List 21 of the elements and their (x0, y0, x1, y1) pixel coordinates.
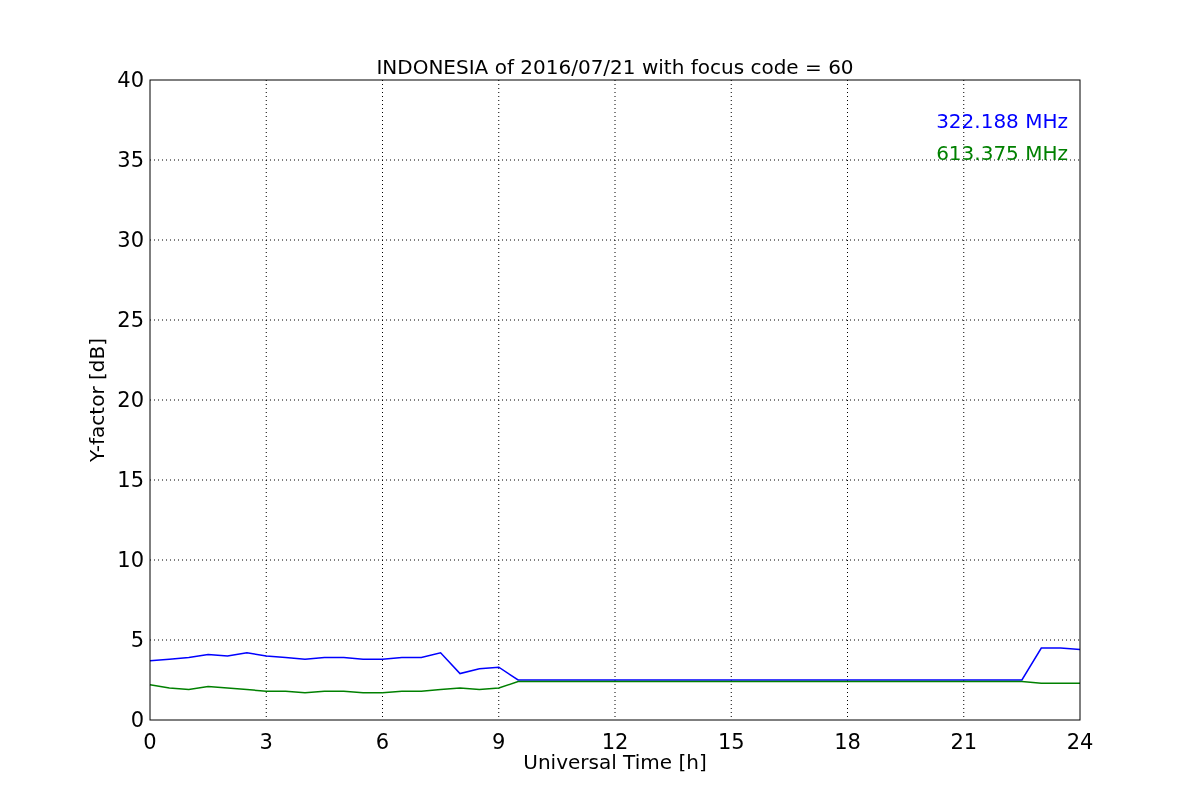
legend-label: 613.375 MHz (936, 141, 1068, 165)
y-tick-label: 5 (130, 628, 144, 652)
x-tick-label: 21 (950, 730, 978, 754)
y-tick-label: 20 (117, 388, 144, 412)
y-tick-label: 35 (117, 148, 144, 172)
x-tick-label: 0 (143, 730, 157, 754)
legend-label: 322.188 MHz (936, 109, 1068, 133)
y-tick-label: 40 (117, 68, 144, 92)
chart-title: INDONESIA of 2016/07/21 with focus code = 60 (376, 55, 854, 79)
y-tick-label: 30 (117, 228, 144, 252)
x-tick-label: 9 (492, 730, 506, 754)
y-tick-label: 10 (117, 548, 144, 572)
x-tick-label: 18 (834, 730, 861, 754)
y-axis-label: Y-factor [dB] (85, 338, 109, 462)
y-tick-label: 15 (117, 468, 144, 492)
x-tick-label: 6 (375, 730, 390, 754)
x-tick-label: 24 (1066, 730, 1094, 754)
y-tick-label: 25 (117, 308, 144, 332)
y-tick-label: 0 (130, 708, 144, 732)
x-tick-label: 3 (259, 730, 273, 754)
x-tick-label: 15 (717, 730, 745, 754)
